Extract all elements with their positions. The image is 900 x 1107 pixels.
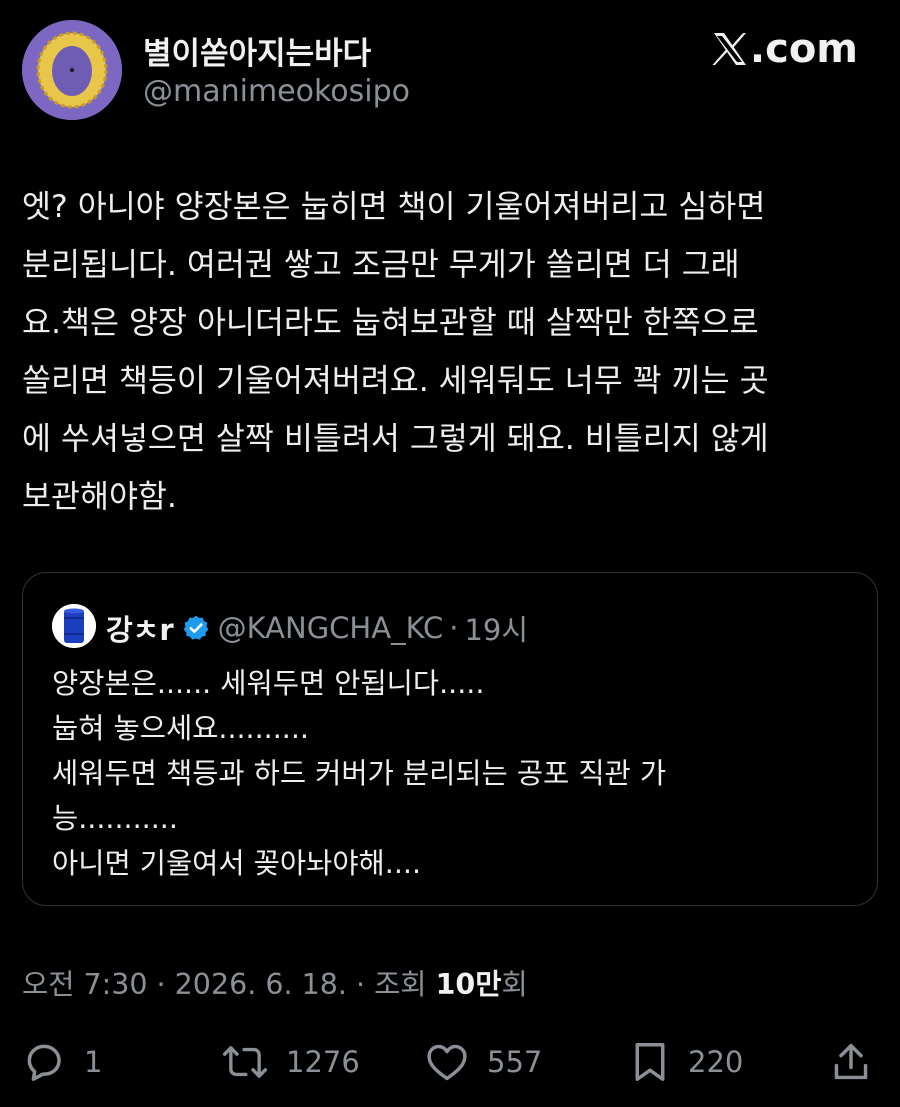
quote-timestamp[interactable]: 19시	[464, 607, 528, 649]
bookmark-count: 220	[688, 1045, 744, 1079]
like-count: 557	[487, 1045, 543, 1079]
verified-badge-icon	[183, 615, 208, 640]
retweet-icon	[222, 1046, 268, 1078]
quote-text-line: 양장본은...... 세워두면 안됩니다.....	[52, 667, 485, 700]
quote-header: 강ㅊr @KANGCHA_KC · 19시	[106, 607, 528, 649]
quote-author-handle[interactable]: @KANGCHA_KC	[218, 611, 444, 645]
author-handle[interactable]: @manimeokosipo	[143, 74, 410, 109]
author-avatar[interactable]	[22, 20, 122, 120]
quote-author-name[interactable]: 강ㅊr	[106, 607, 174, 649]
blue-barrel-icon	[52, 604, 96, 648]
bookmark-button[interactable]: 220	[630, 1034, 743, 1090]
picture-frame-icon	[22, 20, 122, 120]
brand-logo: .com	[712, 26, 858, 72]
tweet-text-line: 쏠리면 책등이 기울어져버려요. 세워둬도 너무 꽉 끼는 곳	[22, 363, 769, 399]
retweet-button[interactable]: 1276	[222, 1034, 360, 1090]
author-display-name[interactable]: 별이쏟아지는바다	[143, 28, 371, 73]
heart-icon	[427, 1044, 467, 1081]
bookmark-icon	[635, 1043, 665, 1081]
quote-text-line: 아니면 기울여서 꽂아놔야해....	[52, 847, 421, 880]
quote-text-line: 능...........	[52, 802, 178, 835]
tweet-text-line: 분리됩니다. 여러권 쌓고 조금만 무게가 쏠리면 더 그래	[22, 247, 740, 283]
action-bar: 1 1276 557 220	[0, 1034, 900, 1090]
views-count: 10만	[435, 968, 502, 1001]
reply-count: 1	[84, 1045, 103, 1079]
quote-text-line: 세워두면 책등과 하드 커버가 분리되는 공포 직관 가	[52, 757, 667, 790]
quote-text-line: 눕혀 놓으세요..........	[52, 712, 309, 745]
like-button[interactable]: 557	[425, 1034, 542, 1090]
share-button[interactable]	[831, 1034, 871, 1090]
tweet-timestamp[interactable]: 오전 7:30 · 2026. 6. 18. · 조회	[22, 968, 436, 1001]
tweet-card: 별이쏟아지는바다 @manimeokosipo .com 엣? 아니야 양장본은…	[0, 0, 900, 1107]
brand-domain: .com	[749, 26, 858, 72]
quoted-tweet[interactable]: 강ㅊr @KANGCHA_KC · 19시 양장본은...... 세워두면 안됩…	[22, 572, 878, 906]
tweet-meta: 오전 7:30 · 2026. 6. 18. · 조회 10만회	[22, 962, 528, 1003]
tweet-text-line: 엣? 아니야 양장본은 눕히면 책이 기울어져버리고 심하면	[22, 189, 766, 225]
tweet-text: 엣? 아니야 양장본은 눕히면 책이 기울어져버리고 심하면 분리됩니다. 여러…	[22, 178, 884, 526]
quote-separator: ·	[449, 611, 459, 645]
quote-author-avatar[interactable]	[52, 604, 96, 648]
reply-icon	[27, 1044, 61, 1081]
quote-text: 양장본은...... 세워두면 안됩니다..... 눕혀 놓으세요.......…	[52, 661, 666, 886]
retweet-count: 1276	[286, 1045, 360, 1079]
tweet-text-line: 보관해야함.	[22, 479, 177, 515]
x-logo-icon	[712, 33, 746, 65]
tweet-text-line: 에 쑤셔넣으면 살짝 비틀려서 그렇게 돼요. 비틀리지 않게	[22, 421, 769, 457]
reply-button[interactable]: 1	[22, 1034, 102, 1090]
tweet-text-line: 요.책은 양장 아니더라도 눕혀보관할 때 살짝만 한쪽으로	[22, 305, 759, 341]
views-label: 회	[501, 968, 528, 1001]
share-icon	[834, 1043, 868, 1080]
